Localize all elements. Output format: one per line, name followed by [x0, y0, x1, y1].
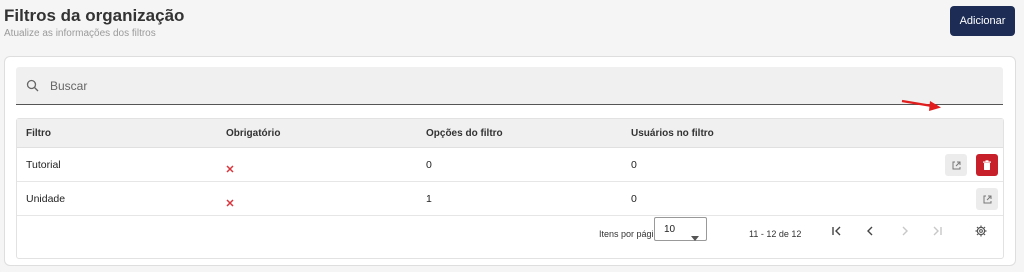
- page-header: Filtros da organização Atualize as infor…: [4, 6, 184, 39]
- gear-icon: [975, 225, 987, 237]
- prev-page-icon: [867, 226, 873, 236]
- items-per-page-select[interactable]: 10: [654, 217, 707, 241]
- items-per-page-value: 10: [664, 224, 676, 235]
- search-bar[interactable]: [16, 67, 1003, 105]
- close-icon: [226, 160, 234, 178]
- close-icon: [226, 194, 234, 212]
- page-title: Filtros da organização: [4, 6, 185, 25]
- trash-icon: [983, 159, 991, 170]
- column-header-filtro[interactable]: Filtro: [26, 128, 51, 139]
- table-row[interactable]: Unidade 1 0: [17, 182, 1003, 216]
- table-row[interactable]: Tutorial 0 0: [17, 148, 1003, 182]
- prev-page-button[interactable]: [863, 224, 877, 238]
- add-button[interactable]: Adicionar: [950, 6, 1015, 36]
- column-header-obrigatorio[interactable]: Obrigatório: [226, 128, 280, 139]
- open-filter-button[interactable]: [976, 188, 998, 210]
- first-page-button[interactable]: [830, 224, 844, 238]
- column-header-opcoes[interactable]: Opções do filtro: [426, 128, 503, 139]
- open-external-icon: [952, 161, 960, 169]
- table-settings-button[interactable]: [974, 224, 988, 238]
- page-subtitle: Atualize as informações dos filtros: [4, 28, 156, 39]
- table-header: Filtro Obrigatório Opções do filtro Usuá…: [17, 119, 1003, 148]
- filter-name: Unidade: [26, 193, 66, 205]
- search-icon: [26, 79, 39, 97]
- next-page-icon: [902, 226, 908, 236]
- filter-options-count: 0: [426, 159, 432, 171]
- open-filter-button[interactable]: [945, 154, 967, 176]
- delete-filter-button[interactable]: [976, 154, 998, 176]
- page-range: 11 - 12 de 12: [749, 229, 802, 239]
- filter-name: Tutorial: [26, 159, 61, 171]
- filter-users-count: 0: [631, 193, 637, 205]
- open-external-icon: [983, 195, 991, 203]
- arrow-annotation-icon: [900, 98, 942, 117]
- first-page-icon: [832, 226, 841, 236]
- last-page-button[interactable]: [930, 224, 944, 238]
- search-input[interactable]: [48, 67, 948, 104]
- chevron-down-icon: [691, 228, 699, 246]
- next-page-button[interactable]: [898, 224, 912, 238]
- filter-options-count: 1: [426, 193, 432, 205]
- filter-users-count: 0: [631, 159, 637, 171]
- filters-card: Filtro Obrigatório Opções do filtro Usuá…: [4, 56, 1016, 266]
- filters-table: Filtro Obrigatório Opções do filtro Usuá…: [16, 118, 1004, 259]
- column-header-usuarios[interactable]: Usuários no filtro: [631, 128, 714, 139]
- last-page-icon: [933, 226, 942, 236]
